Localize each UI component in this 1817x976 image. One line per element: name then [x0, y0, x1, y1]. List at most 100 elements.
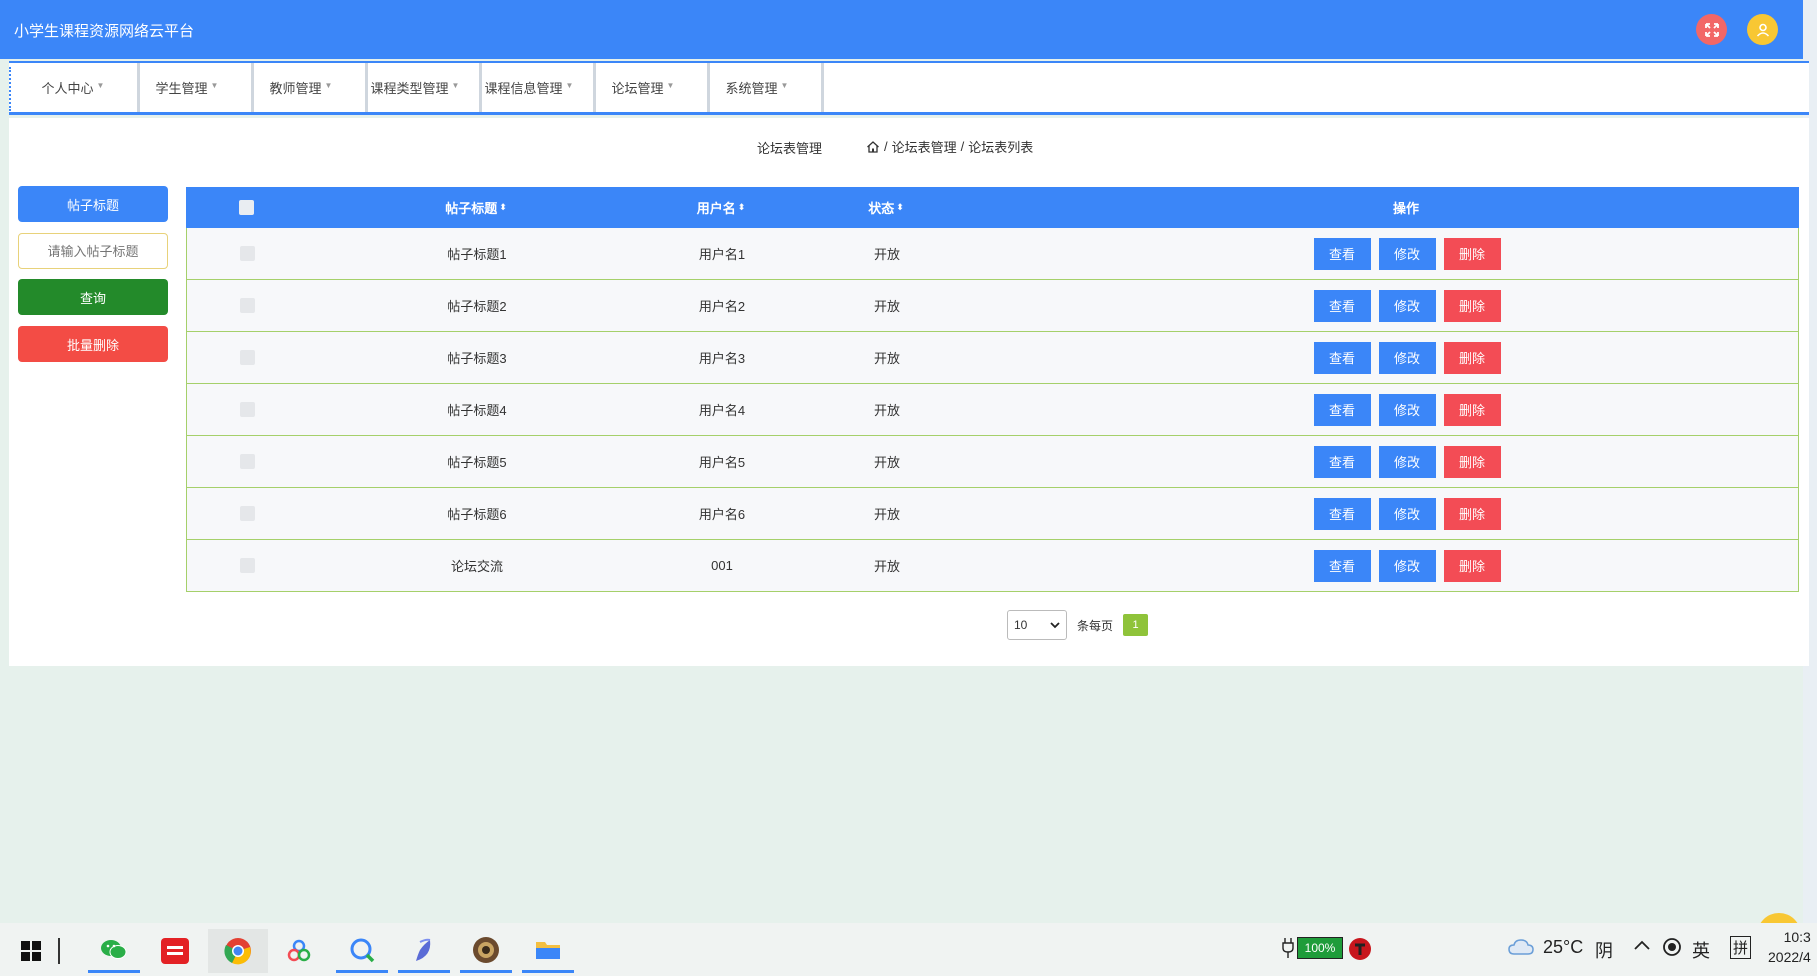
delete-button[interactable]: 删除: [1443, 341, 1501, 374]
tray-app-icon[interactable]: [1348, 937, 1372, 966]
main-nav: 个人中心 ▼ 学生管理 ▼ 教师管理 ▼ 课程类型管理 ▼ 课程信息管理 ▼ 论坛管理 ▼ …: [9, 61, 1809, 115]
taskbar-divider: [50, 929, 70, 973]
nav-item-forum-management[interactable]: 论坛管理 ▼: [579, 63, 710, 112]
row-checkbox-cell: [227, 228, 267, 279]
view-button[interactable]: 查看: [1313, 497, 1371, 530]
show-hidden-icons-button[interactable]: [1633, 937, 1651, 957]
cell-post-title: 帖子标题5: [447, 455, 507, 470]
header-label: 用户名: [696, 201, 736, 216]
nav-item-label: 课程类型管理: [370, 81, 449, 96]
query-button[interactable]: 查询: [18, 279, 168, 315]
app-title: 小学生课程资源网络云平台: [14, 23, 195, 40]
edit-button[interactable]: 修改: [1378, 497, 1436, 530]
nav-item-teacher-management[interactable]: 教师管理 ▼: [237, 63, 368, 112]
row-checkbox[interactable]: [239, 350, 255, 365]
header-username[interactable]: 用户名 ⬍: [656, 187, 786, 228]
table-header: 帖子标题 ⬍ 用户名 ⬍ 状态 ⬍ 操作: [186, 187, 1799, 228]
taskbar-app-mindmap[interactable]: [276, 929, 322, 973]
edit-button[interactable]: 修改: [1378, 289, 1436, 322]
cell-username: 用户名6: [698, 507, 746, 522]
row-checkbox[interactable]: [239, 402, 255, 417]
cell-status: 开放: [873, 299, 900, 314]
pagination: 10 条每页 1: [1007, 610, 1149, 640]
edit-button[interactable]: 修改: [1378, 341, 1436, 374]
battery-icon: 100%: [1297, 937, 1343, 959]
row-checkbox[interactable]: [239, 454, 255, 469]
battery-indicator[interactable]: 100%: [1282, 937, 1343, 959]
cell-post-title: 帖子标题1: [447, 247, 507, 262]
nav-item-system-management[interactable]: 系统管理 ▼: [693, 63, 824, 112]
view-button[interactable]: 查看: [1313, 393, 1371, 426]
record-indicator[interactable]: [1662, 937, 1682, 962]
edit-button[interactable]: 修改: [1378, 445, 1436, 478]
weather-icon[interactable]: [1508, 937, 1534, 962]
forum-table: 帖子标题 ⬍ 用户名 ⬍ 状态 ⬍ 操作 帖子标题1 用户名1 开放 查看 修改 删除…: [186, 187, 1799, 592]
nav-item-course-info-management[interactable]: 课程信息管理 ▼: [465, 63, 596, 112]
chevron-down-icon: ▼: [666, 81, 675, 90]
delete-button[interactable]: 删除: [1443, 497, 1501, 530]
cell-username: 用户名3: [698, 351, 746, 366]
batch-delete-button[interactable]: 批量删除: [18, 326, 168, 362]
chevron-down-icon: ▼: [96, 81, 105, 90]
header-post-title[interactable]: 帖子标题 ⬍: [406, 187, 546, 228]
row-actions: 查看 修改 删除: [1287, 540, 1527, 591]
row-checkbox[interactable]: [239, 246, 255, 261]
view-button[interactable]: 查看: [1313, 289, 1371, 322]
clock-time: 10:3: [1783, 929, 1811, 945]
header-label: 帖子标题: [445, 201, 498, 216]
taskbar-wechat[interactable]: [88, 929, 140, 973]
row-checkbox[interactable]: [239, 298, 255, 313]
fullscreen-button[interactable]: [1696, 14, 1727, 45]
cell-username: 用户名5: [698, 455, 746, 470]
breadcrumb-item-forum-management[interactable]: 论坛表管理: [892, 137, 957, 156]
view-button[interactable]: 查看: [1313, 549, 1371, 582]
delete-button[interactable]: 删除: [1443, 549, 1501, 582]
view-button[interactable]: 查看: [1313, 341, 1371, 374]
chrome-icon: [224, 938, 251, 965]
view-button[interactable]: 查看: [1313, 237, 1371, 270]
page-size-select[interactable]: 10: [1007, 610, 1067, 640]
table-row: 帖子标题3 用户名3 开放 查看 修改 删除: [186, 332, 1799, 384]
nav-item-personal-center[interactable]: 个人中心 ▼: [9, 63, 140, 112]
delete-button[interactable]: 删除: [1443, 237, 1501, 270]
user-avatar-button[interactable]: [1747, 14, 1778, 45]
ime-mode[interactable]: 拼: [1730, 936, 1752, 959]
nav-item-student-management[interactable]: 学生管理 ▼: [123, 63, 254, 112]
chevron-down-icon: [1050, 622, 1060, 629]
page-button-current[interactable]: 1: [1123, 614, 1149, 636]
nav-item-label: 系统管理: [725, 81, 778, 96]
clock[interactable]: 10:3 2022/4: [1768, 927, 1811, 967]
table-row: 帖子标题5 用户名5 开放 查看 修改 删除: [186, 436, 1799, 488]
search-app-icon: [350, 938, 375, 962]
taskbar-chrome[interactable]: [208, 929, 268, 973]
clock-date: 2022/4: [1768, 949, 1811, 965]
edit-button[interactable]: 修改: [1378, 549, 1436, 582]
row-checkbox[interactable]: [239, 558, 255, 573]
nav-item-course-type-management[interactable]: 课程类型管理 ▼: [351, 63, 482, 112]
taskbar-youdao[interactable]: [152, 929, 198, 973]
taskbar-game-app[interactable]: [460, 929, 512, 973]
view-button[interactable]: 查看: [1313, 445, 1371, 478]
row-checkbox[interactable]: [239, 506, 255, 521]
weather-desc[interactable]: 阴: [1595, 937, 1613, 963]
delete-button[interactable]: 删除: [1443, 445, 1501, 478]
delete-button[interactable]: 删除: [1443, 289, 1501, 322]
per-page-label: 条每页: [1077, 618, 1114, 633]
taskbar-file-explorer[interactable]: [522, 929, 574, 973]
ime-language[interactable]: 英: [1692, 937, 1710, 963]
taskbar-search-app[interactable]: [336, 929, 388, 973]
chevron-down-icon: ▼: [565, 81, 574, 90]
edit-button[interactable]: 修改: [1378, 393, 1436, 426]
home-icon[interactable]: [866, 140, 880, 154]
post-title-search-input[interactable]: [18, 233, 168, 269]
start-button[interactable]: [8, 929, 54, 973]
delete-button[interactable]: 删除: [1443, 393, 1501, 426]
record-icon: [1663, 938, 1681, 956]
select-all-checkbox[interactable]: [238, 200, 254, 215]
taskbar-dolphin-app[interactable]: [398, 929, 450, 973]
edit-button[interactable]: 修改: [1378, 237, 1436, 270]
weather-temp[interactable]: 25°C: [1543, 937, 1583, 958]
row-actions: 查看 修改 删除: [1287, 228, 1527, 279]
cell-status: 开放: [873, 351, 900, 366]
header-status[interactable]: 状态 ⬍: [836, 187, 936, 228]
